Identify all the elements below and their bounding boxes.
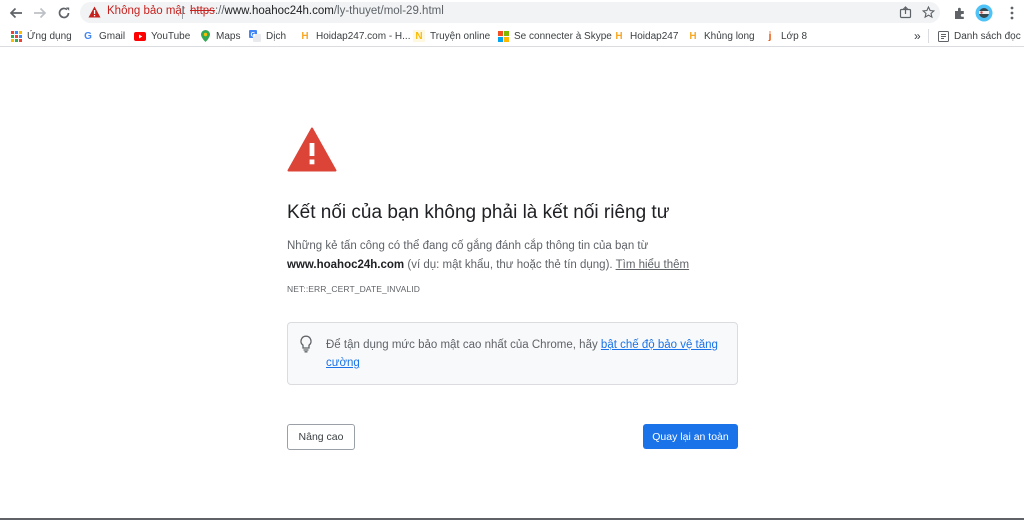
red-warning-triangle-icon xyxy=(287,127,337,177)
bookmark-gmail[interactable]: G Gmail xyxy=(82,29,125,43)
profile-avatar[interactable] xyxy=(974,3,994,23)
truyen-icon: N xyxy=(413,30,425,42)
bookmark-skype[interactable]: Se connecter à Skype xyxy=(497,29,612,43)
extensions-puzzle-icon[interactable] xyxy=(950,3,970,23)
bookmark-label: YouTube xyxy=(151,30,191,42)
url-separator: :// xyxy=(214,5,225,17)
reading-list-label: Danh sách đọc xyxy=(954,30,1021,42)
description-examples: (ví dụ: mật khẩu, thư hoặc thẻ tín dụng)… xyxy=(407,259,613,271)
bookmark-label: Ứng dụng xyxy=(27,30,72,42)
warning-triangle-icon xyxy=(88,6,101,21)
bookmark-apps[interactable]: Ứng dụng xyxy=(10,29,72,43)
bookmark-youtube[interactable]: YouTube xyxy=(134,29,190,43)
bookmark-label: Se connecter à Skype xyxy=(514,30,612,42)
google-icon: G xyxy=(84,30,92,42)
page-title: Kết nối của bạn không phải là kết nối ri… xyxy=(287,202,670,223)
security-status-label[interactable]: Không bảo mật xyxy=(107,5,185,17)
share-icon[interactable] xyxy=(897,4,914,21)
j-icon: j xyxy=(768,30,772,42)
reading-list-icon xyxy=(937,30,949,42)
lightbulb-icon xyxy=(299,335,313,358)
menu-kebab-icon[interactable] xyxy=(1002,3,1022,23)
hoidap-icon: H xyxy=(301,30,309,42)
bookmark-hoidap247[interactable]: H Hoidap247 xyxy=(613,29,678,43)
apps-grid-icon xyxy=(10,30,22,42)
description-text: Những kẻ tấn công có thể đang cố gắng đá… xyxy=(287,240,649,252)
enhanced-protection-box: Để tận dụng mức bảo mật cao nhất của Chr… xyxy=(287,322,738,385)
bookmark-label: Dịch xyxy=(266,30,287,42)
translate-icon: G xyxy=(249,30,261,42)
bookmark-label: Maps xyxy=(216,30,241,42)
learn-more-link[interactable]: Tìm hiểu thêm xyxy=(616,259,690,271)
bookmark-hoidap247-com[interactable]: H Hoidap247.com - H... xyxy=(299,29,411,43)
bookmarks-divider xyxy=(928,29,929,43)
url-text[interactable]: https://www.hoahoc24h.com/ly-thuyet/mol-… xyxy=(190,5,444,17)
back-to-safety-button[interactable]: Quay lại an toàn xyxy=(643,424,738,449)
reading-list-button[interactable]: Danh sách đọc xyxy=(937,29,1021,43)
bookmark-label: Truyện online xyxy=(430,30,491,42)
reload-icon[interactable] xyxy=(54,3,74,23)
warning-description: Những kẻ tấn công có thể đang cố gắng đá… xyxy=(287,237,747,275)
browser-toolbar: Không bảo mật https://www.hoahoc24h.com/… xyxy=(0,0,1024,25)
omnibox-separator xyxy=(182,6,183,19)
hoidap-icon: H xyxy=(689,30,697,42)
maps-pin-icon xyxy=(199,30,211,42)
bookmark-label: Gmail xyxy=(99,30,126,42)
forward-arrow-icon[interactable] xyxy=(30,3,50,23)
bookmark-label: Lớp 8 xyxy=(781,30,808,42)
bookmark-label: Hoidap247.com - H... xyxy=(316,30,411,42)
bookmark-maps[interactable]: Maps xyxy=(199,29,240,43)
url-host: www.hoahoc24h.com xyxy=(224,5,334,17)
svg-text:G: G xyxy=(251,33,256,39)
error-code[interactable]: NET::ERR_CERT_DATE_INVALID xyxy=(287,284,420,294)
youtube-icon xyxy=(134,30,146,42)
bookmark-khung-long[interactable]: H Khủng long xyxy=(687,29,755,43)
bookmark-star-icon[interactable] xyxy=(920,4,937,21)
back-arrow-icon[interactable] xyxy=(6,3,26,23)
bookmark-lop-8[interactable]: j Lớp 8 xyxy=(764,29,807,43)
advanced-button[interactable]: Nâng cao xyxy=(287,424,355,450)
bookmark-label: Khủng long xyxy=(704,30,755,42)
hoidap-icon: H xyxy=(615,30,623,42)
url-path: /ly-thuyet/mol-29.html xyxy=(333,5,444,17)
bookmark-truyen-online[interactable]: N Truyện online xyxy=(413,29,490,43)
microsoft-icon xyxy=(497,30,509,42)
url-scheme: https xyxy=(190,5,215,17)
enhanced-protection-text: Để tận dụng mức bảo mật cao nhất của Chr… xyxy=(326,336,721,372)
address-bar[interactable]: Không bảo mật https://www.hoahoc24h.com/… xyxy=(80,2,940,23)
description-host: www.hoahoc24h.com xyxy=(287,259,405,271)
enhanced-protection-message: Để tận dụng mức bảo mật cao nhất của Chr… xyxy=(326,339,598,351)
bookmarks-bar: Ứng dụng G Gmail YouTube Maps G Dịch H Hoi… xyxy=(0,25,1024,47)
bookmark-label: Hoidap247 xyxy=(630,30,679,42)
bookmark-dich[interactable]: G Dịch xyxy=(249,29,286,43)
bookmarks-overflow-button[interactable]: » xyxy=(914,29,921,43)
